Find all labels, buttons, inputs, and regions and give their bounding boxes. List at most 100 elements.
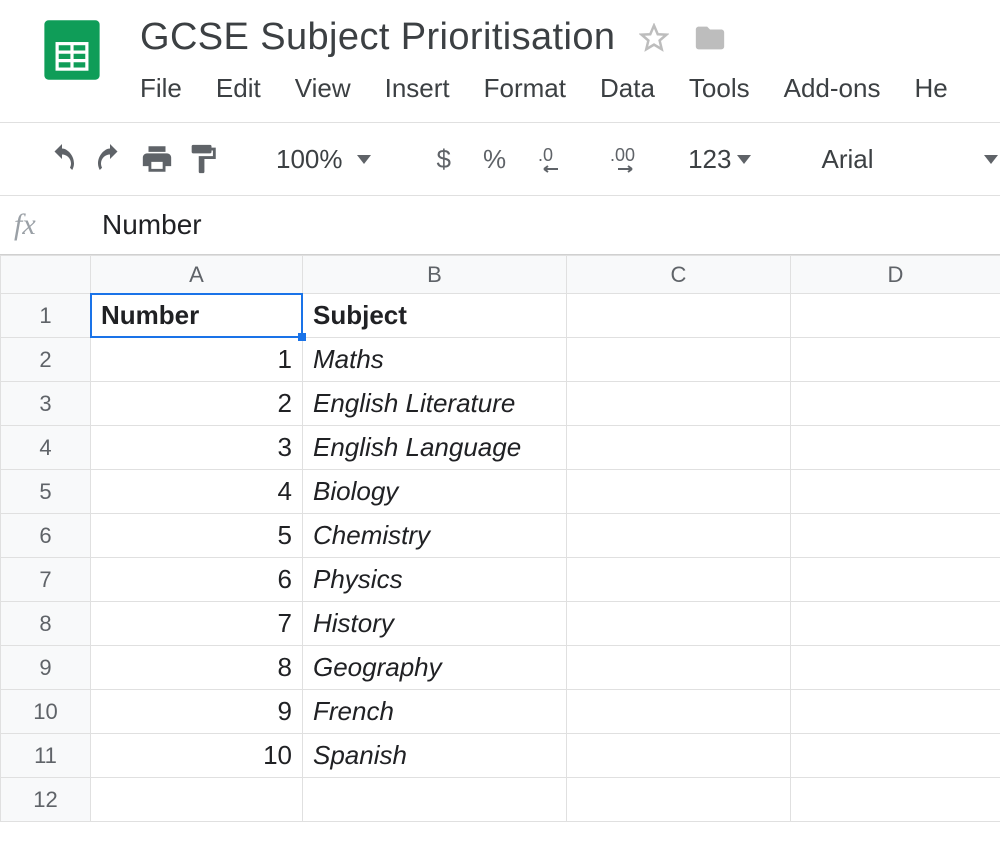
cell-A1[interactable]: Number	[91, 294, 303, 338]
cell-A8[interactable]: 7	[91, 602, 303, 646]
cell-C5[interactable]	[567, 470, 791, 514]
cell-D1[interactable]	[791, 294, 1000, 338]
spreadsheet-grid: A B C D 1 Number Subject 2 1 Maths 3 2	[0, 255, 1000, 822]
col-header-D[interactable]: D	[791, 256, 1000, 294]
menu-insert[interactable]: Insert	[385, 73, 450, 104]
row-header[interactable]: 9	[1, 646, 91, 690]
menu-format[interactable]: Format	[484, 73, 566, 104]
star-icon[interactable]	[639, 23, 669, 53]
cell-A1-value: Number	[101, 300, 199, 330]
document-title[interactable]: GCSE Subject Prioritisation	[140, 16, 615, 59]
cell-A11[interactable]: 10	[91, 734, 303, 778]
sheets-app-icon[interactable]	[38, 16, 106, 84]
cell-D9[interactable]	[791, 646, 1000, 690]
cell-B1[interactable]: Subject	[303, 294, 567, 338]
row-header[interactable]: 5	[1, 470, 91, 514]
cell-A12[interactable]	[91, 778, 303, 822]
toolbar: 100% $ % .0 .00 123 Arial	[0, 123, 1000, 195]
select-all-corner[interactable]	[1, 256, 91, 294]
row-header[interactable]: 11	[1, 734, 91, 778]
col-header-C[interactable]: C	[567, 256, 791, 294]
folder-icon[interactable]	[693, 21, 727, 55]
cell-D10[interactable]	[791, 690, 1000, 734]
cell-C10[interactable]	[567, 690, 791, 734]
cell-A2[interactable]: 1	[91, 338, 303, 382]
cell-B2[interactable]: Maths	[303, 338, 567, 382]
caret-down-icon	[357, 155, 371, 164]
cell-D6[interactable]	[791, 514, 1000, 558]
cell-D12[interactable]	[791, 778, 1000, 822]
row-header[interactable]: 12	[1, 778, 91, 822]
cell-C3[interactable]	[567, 382, 791, 426]
cell-A6[interactable]: 5	[91, 514, 303, 558]
cell-D5[interactable]	[791, 470, 1000, 514]
fill-handle[interactable]	[298, 333, 306, 341]
cell-D11[interactable]	[791, 734, 1000, 778]
cell-C11[interactable]	[567, 734, 791, 778]
cell-D8[interactable]	[791, 602, 1000, 646]
cell-C9[interactable]	[567, 646, 791, 690]
number-format-dropdown[interactable]: 123	[680, 144, 759, 175]
row-header[interactable]: 4	[1, 426, 91, 470]
row-header[interactable]: 10	[1, 690, 91, 734]
paint-format-icon[interactable]	[186, 137, 220, 181]
menu-data[interactable]: Data	[600, 73, 655, 104]
print-icon[interactable]	[140, 137, 174, 181]
cell-C2[interactable]	[567, 338, 791, 382]
row-header[interactable]: 6	[1, 514, 91, 558]
row-header[interactable]: 8	[1, 602, 91, 646]
increase-decimal-button[interactable]: .00	[600, 145, 668, 173]
cell-B10[interactable]: French	[303, 690, 567, 734]
col-header-A[interactable]: A	[91, 256, 303, 294]
cell-B8[interactable]: History	[303, 602, 567, 646]
cell-A10[interactable]: 9	[91, 690, 303, 734]
cell-D7[interactable]	[791, 558, 1000, 602]
formula-input[interactable]: Number	[86, 209, 202, 241]
row-header[interactable]: 7	[1, 558, 91, 602]
row-header[interactable]: 2	[1, 338, 91, 382]
format-percent-button[interactable]: %	[473, 144, 516, 175]
col-header-B[interactable]: B	[303, 256, 567, 294]
cell-D3[interactable]	[791, 382, 1000, 426]
cell-D4[interactable]	[791, 426, 1000, 470]
cell-B9[interactable]: Geography	[303, 646, 567, 690]
undo-icon[interactable]	[44, 137, 80, 181]
menu-file[interactable]: File	[140, 73, 182, 104]
menu-view[interactable]: View	[295, 73, 351, 104]
cell-A4[interactable]: 3	[91, 426, 303, 470]
cell-A9[interactable]: 8	[91, 646, 303, 690]
cell-B5[interactable]: Biology	[303, 470, 567, 514]
redo-icon[interactable]	[92, 137, 128, 181]
cell-C6[interactable]	[567, 514, 791, 558]
cell-C12[interactable]	[567, 778, 791, 822]
cell-C7[interactable]	[567, 558, 791, 602]
cell-C4[interactable]	[567, 426, 791, 470]
menu-tools[interactable]: Tools	[689, 73, 750, 104]
cell-B11[interactable]: Spanish	[303, 734, 567, 778]
cell-B6[interactable]: Chemistry	[303, 514, 567, 558]
cell-A7[interactable]: 6	[91, 558, 303, 602]
caret-down-icon	[984, 155, 998, 164]
cell-B12[interactable]	[303, 778, 567, 822]
cell-A5[interactable]: 4	[91, 470, 303, 514]
svg-text:.00: .00	[610, 145, 635, 165]
cell-B3[interactable]: English Literature	[303, 382, 567, 426]
menu-addons[interactable]: Add-ons	[784, 73, 881, 104]
menu-edit[interactable]: Edit	[216, 73, 261, 104]
font-family-dropdown[interactable]: Arial	[807, 144, 1000, 175]
cell-B4[interactable]: English Language	[303, 426, 567, 470]
menu-bar: File Edit View Insert Format Data Tools …	[140, 73, 1000, 104]
cell-B7[interactable]: Physics	[303, 558, 567, 602]
cell-A3[interactable]: 2	[91, 382, 303, 426]
cell-C8[interactable]	[567, 602, 791, 646]
cell-D2[interactable]	[791, 338, 1000, 382]
menu-help[interactable]: He	[914, 73, 947, 104]
row-header[interactable]: 3	[1, 382, 91, 426]
cell-C1[interactable]	[567, 294, 791, 338]
format-currency-button[interactable]: $	[427, 144, 461, 175]
decrease-decimal-button[interactable]: .0	[528, 145, 588, 173]
row-header[interactable]: 1	[1, 294, 91, 338]
font-family-value: Arial	[821, 144, 873, 175]
svg-text:.0: .0	[538, 145, 553, 165]
zoom-dropdown[interactable]: 100%	[268, 144, 379, 175]
